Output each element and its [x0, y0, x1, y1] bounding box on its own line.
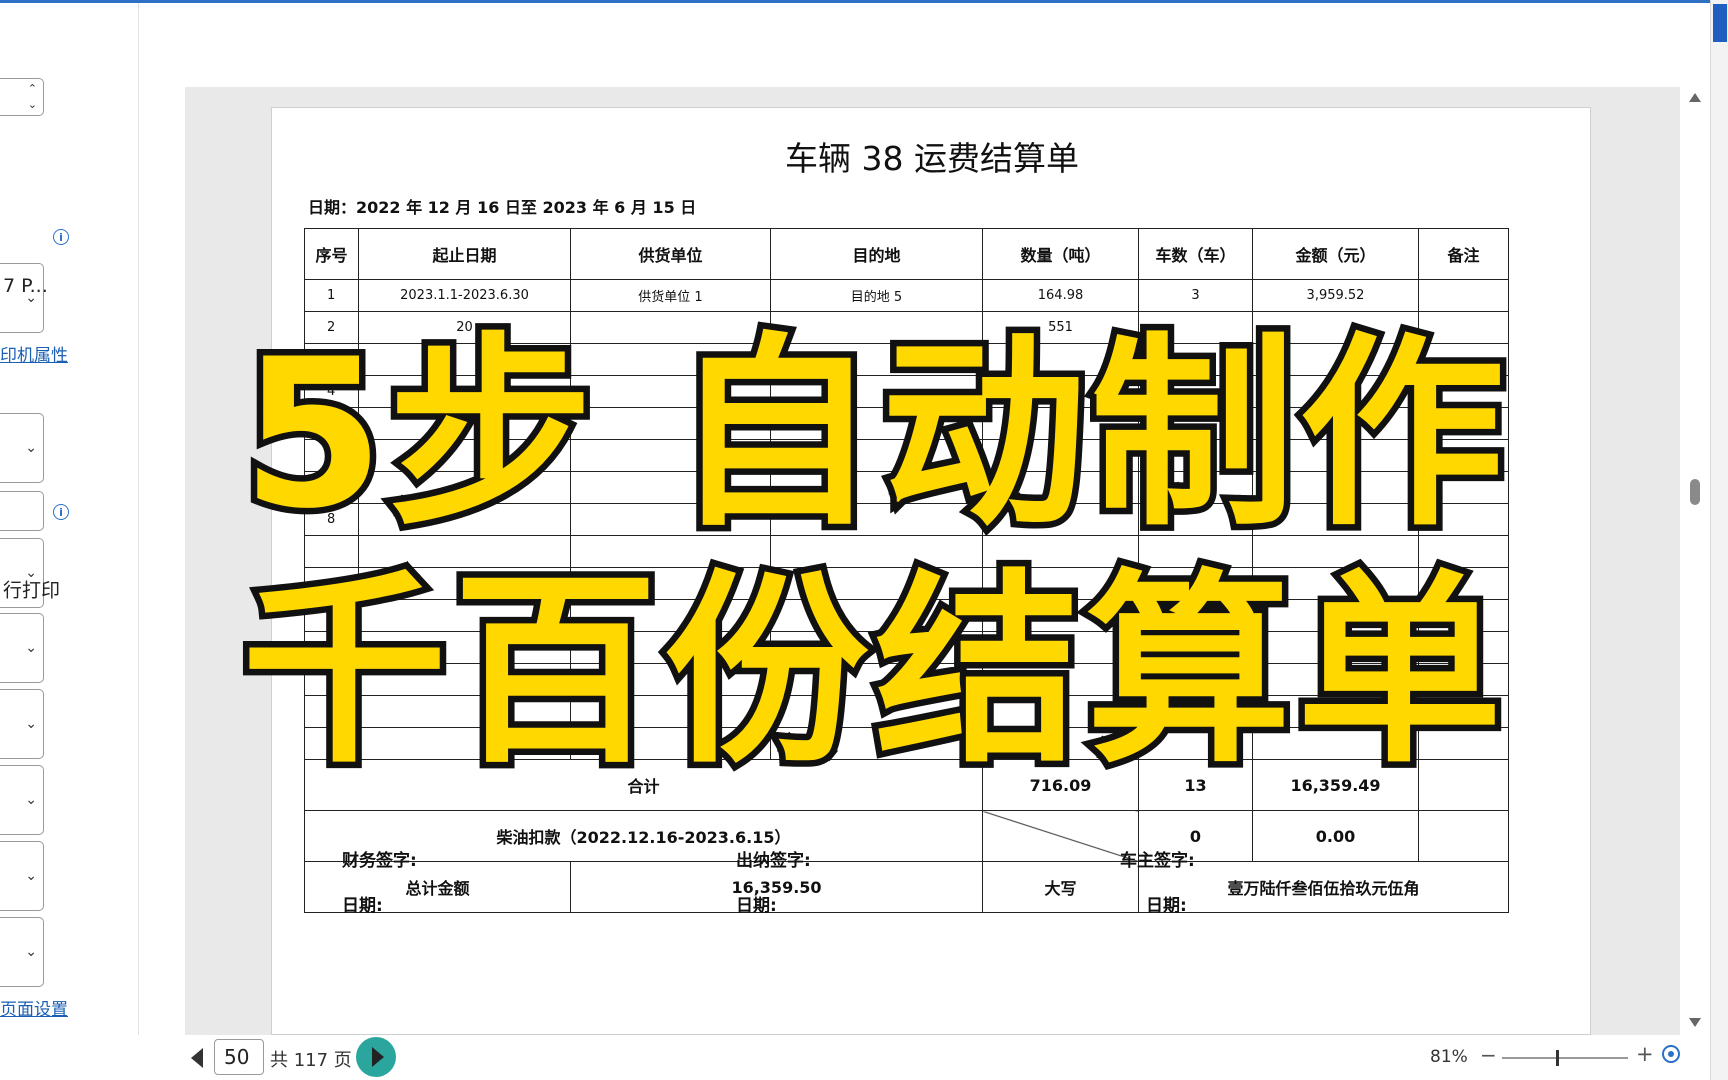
printer-properties-link[interactable]: 印机属性: [0, 341, 68, 366]
diesel-row: 柴油扣款（2022.12.16-2023.6.15） 0 0.00: [304, 810, 1509, 862]
collation-select[interactable]: ⌄: [0, 613, 44, 683]
printer-select[interactable]: 7 P... ⌄: [0, 263, 48, 333]
amount-in-words-label: 大写: [982, 861, 1139, 913]
chevron-down-icon[interactable]: ⌄: [28, 99, 37, 111]
chevron-up-icon[interactable]: ⌃: [28, 83, 37, 95]
preview-scrollbar[interactable]: [1680, 87, 1710, 1035]
total-pages-label: 共 117 页: [270, 1050, 352, 1071]
next-page-button[interactable]: [356, 1037, 396, 1077]
sheets-per-page-select[interactable]: ⌄: [0, 917, 44, 987]
orientation-select[interactable]: ⌄: [0, 413, 44, 483]
diesel-amount: 0.00: [1252, 810, 1419, 862]
chevron-down-icon: ⌄: [25, 640, 37, 656]
finance-signature-label: 财务签字:: [342, 851, 417, 871]
paper-size-select[interactable]: ⌄: [0, 689, 44, 759]
margins-select[interactable]: ⌄: [0, 765, 44, 835]
scroll-up-arrow-icon[interactable]: [1689, 93, 1701, 102]
window-top-border: [0, 0, 1728, 3]
grand-total-row: 总计金额 16,359.50 大写 壹万陆仟叁佰伍拾玖元伍角: [304, 861, 1509, 913]
right-edge-strip: [1710, 0, 1728, 1080]
print-settings-panel: ⌃ ⌄ i 7 P... ⌄ 印机属性 ⌄ i 行打印 ⌄ ⌄ ⌄ ⌄ ⌄ ⌄ …: [0, 3, 139, 1080]
scaling-select[interactable]: ⌄: [0, 841, 44, 911]
print-mode-select[interactable]: 行打印 ⌄: [0, 538, 60, 608]
diesel-quantity-slashed: [982, 810, 1139, 862]
window-control-icon[interactable]: [1713, 4, 1727, 42]
chevron-down-icon: ⌄: [25, 868, 37, 884]
chevron-down-icon: ⌄: [25, 290, 37, 306]
overlay-caption-line-2: 千百份结算单: [236, 547, 1509, 798]
zoom-slider-knob[interactable]: [1556, 1050, 1559, 1066]
info-icon[interactable]: i: [53, 504, 69, 520]
page-number-input[interactable]: 50: [214, 1039, 264, 1075]
chevron-down-icon: ⌄: [25, 440, 37, 456]
finance-date-label: 日期:: [342, 896, 383, 916]
chevron-down-icon: ⌄: [25, 944, 37, 960]
fit-page-icon[interactable]: [1662, 1045, 1680, 1063]
owner-date-label: 日期:: [1146, 896, 1187, 916]
owner-signature-label: 车主签字:: [1120, 851, 1195, 871]
next-page-icon: [372, 1047, 384, 1067]
document-date-range: 日期：2022 年 12 月 16 日至 2023 年 6 月 15 日: [308, 198, 697, 217]
previous-page-icon[interactable]: [191, 1048, 203, 1068]
zoom-in-button[interactable]: +: [1636, 1042, 1654, 1066]
copies-stepper[interactable]: ⌃ ⌄: [0, 78, 44, 116]
pages-input[interactable]: [0, 491, 44, 531]
preview-footer: 50 共 117 页 81% − +: [138, 1035, 1710, 1080]
chevron-down-icon: ⌄: [25, 565, 37, 581]
info-icon[interactable]: i: [53, 229, 69, 245]
document-title: 车辆 38 运费结算单: [785, 139, 1079, 178]
scroll-down-arrow-icon[interactable]: [1689, 1018, 1701, 1027]
diesel-remarks: [1418, 810, 1509, 862]
chevron-down-icon: ⌄: [25, 792, 37, 808]
zoom-slider[interactable]: [1502, 1050, 1628, 1066]
zoom-out-button[interactable]: −: [1480, 1043, 1497, 1067]
cashier-signature-label: 出纳签字:: [736, 851, 811, 871]
cashier-date-label: 日期:: [736, 896, 777, 916]
scrollbar-thumb[interactable]: [1690, 479, 1700, 505]
zoom-level: 81%: [1430, 1047, 1468, 1067]
page-setup-link[interactable]: 页面设置: [0, 995, 68, 1020]
chevron-down-icon: ⌄: [25, 716, 37, 732]
